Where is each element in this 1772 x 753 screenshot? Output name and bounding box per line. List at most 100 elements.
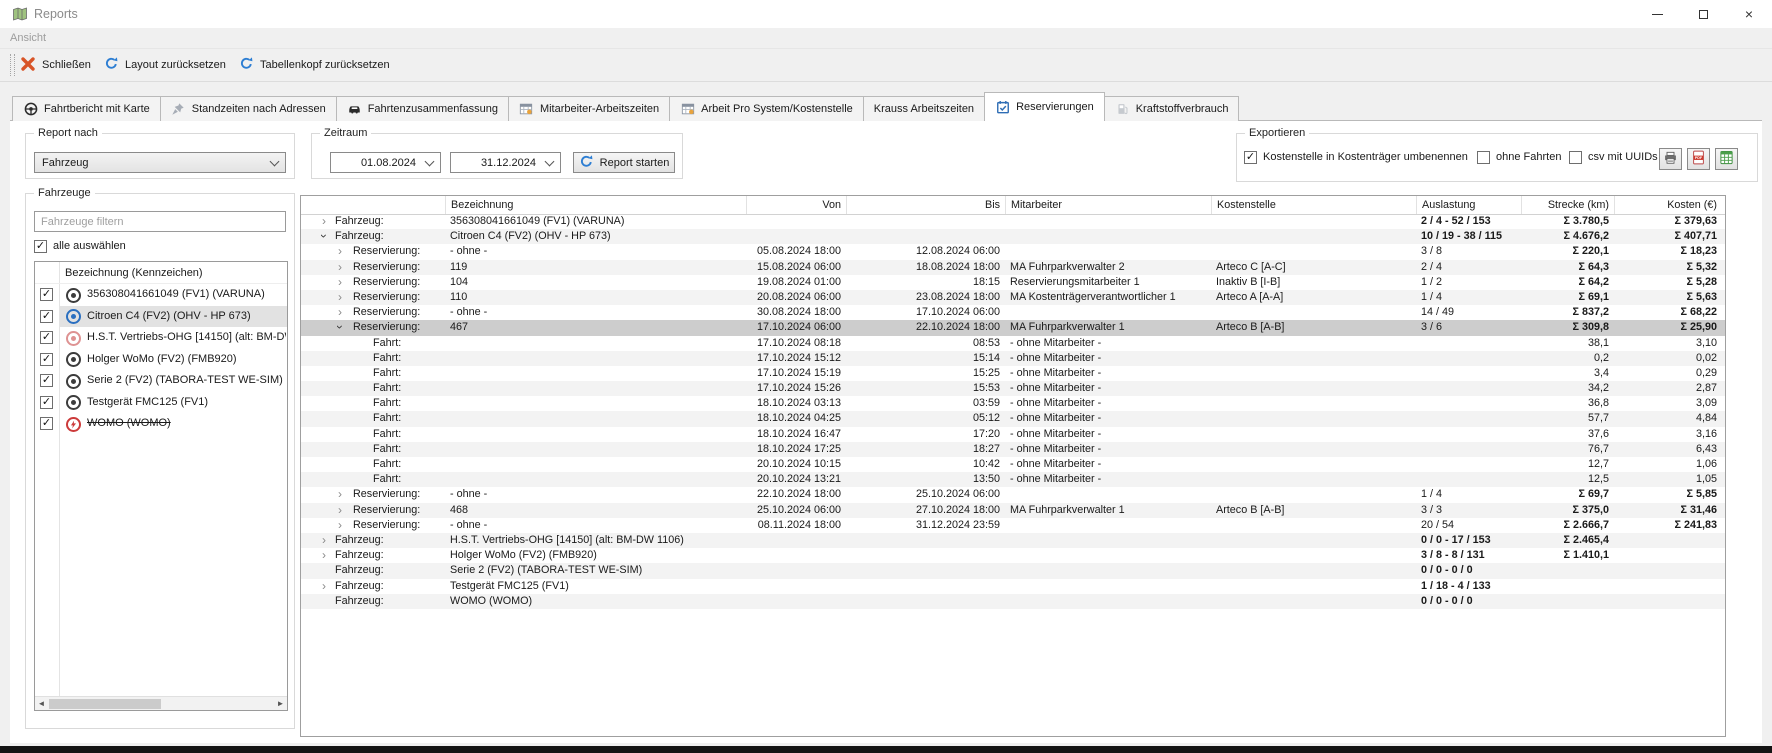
table-row[interactable]: Fahrt:20.10.2024 10:1510:42- ohne Mitarb… [301, 457, 1725, 472]
table-row[interactable]: Fahrzeug:Serie 2 (FV2) (TABORA-TEST WE-S… [301, 563, 1725, 578]
table-row[interactable]: ›Fahrzeug:H.S.T. Vertriebs-OHG [14150] (… [301, 533, 1725, 548]
column-header-strecke-km[interactable]: Strecke (km) [1521, 196, 1614, 214]
table-row[interactable]: ›Reservierung:11020.08.2024 06:0023.08.2… [301, 290, 1725, 305]
reset-layout-button[interactable]: Layout zurücksetzen [100, 49, 230, 81]
column-header-kosten[interactable]: Kosten (€) [1614, 196, 1722, 214]
tab-fahrtenzusammenfassung[interactable]: Fahrtenzusammenfassung [336, 96, 509, 121]
minimize-button[interactable] [1634, 0, 1680, 28]
printer-export-button[interactable] [1659, 148, 1682, 170]
checkbox-icon[interactable] [1569, 151, 1582, 164]
checkbox-icon[interactable] [1477, 151, 1490, 164]
vehicle-list-item[interactable]: ✓356308041661049 (FV1) (VARUNA) [35, 284, 287, 306]
close-button[interactable]: × [1726, 0, 1772, 28]
date-from-field[interactable]: 01.08.2024 [330, 152, 441, 173]
tab-krauss-arbeitszeiten[interactable]: Krauss Arbeitszeiten [863, 96, 985, 121]
svg-text:PDF: PDF [1695, 156, 1703, 160]
checkbox-icon[interactable]: ✓ [1244, 151, 1257, 164]
vehicle-list-item[interactable]: ✓H.S.T. Vertriebs-OHG [14150] (alt: BM-D… [35, 327, 287, 349]
table-row[interactable]: Fahrt:17.10.2024 08:1808:53- ohne Mitarb… [301, 336, 1725, 351]
column-header-von[interactable]: Von [746, 196, 846, 214]
column-header-bis[interactable]: Bis [846, 196, 1005, 214]
vehicle-list-header[interactable]: Bezeichnung (Kennzeichen) [35, 262, 287, 284]
table-row[interactable]: Fahrt:18.10.2024 04:2505:12- ohne Mitarb… [301, 411, 1725, 426]
table-row[interactable]: ›Fahrzeug:Holger WoMo (FV2) (FMB920)3 / … [301, 548, 1725, 563]
expand-icon[interactable]: › [319, 214, 329, 228]
checkbox-icon[interactable]: ✓ [40, 310, 53, 323]
column-header-kostenstelle[interactable]: Kostenstelle [1211, 196, 1416, 214]
checkbox-icon[interactable]: ✓ [40, 331, 53, 344]
date-to-field[interactable]: 31.12.2024 [450, 152, 561, 173]
menu-ansicht[interactable]: Ansicht [10, 32, 46, 44]
table-row[interactable]: ›Reservierung:46825.10.2024 06:0027.10.2… [301, 503, 1725, 518]
report-nach-select[interactable]: Fahrzeug [34, 152, 286, 173]
table-row[interactable]: ›Fahrzeug:356308041661049 (FV1) (VARUNA)… [301, 214, 1725, 229]
table-row[interactable]: Fahrzeug:WOMO (WOMO)0 / 0 - 0 / 0 [301, 594, 1725, 609]
expand-icon[interactable]: › [335, 244, 345, 258]
table-row[interactable]: ›Reservierung:46717.10.2024 06:0022.10.2… [301, 320, 1725, 335]
checkbox-icon[interactable]: ✓ [40, 374, 53, 387]
export-checkbox-ohne-fahrten[interactable]: ohne Fahrten [1477, 149, 1561, 165]
checkbox-icon[interactable]: ✓ [40, 288, 53, 301]
maximize-button[interactable] [1680, 0, 1726, 28]
expand-icon[interactable]: › [335, 487, 345, 501]
close-report-button[interactable]: Schließen [16, 49, 95, 81]
table-row[interactable]: ›Fahrzeug:Citroen C4 (FV2) (OHV - HP 673… [301, 229, 1725, 244]
select-all-checkbox[interactable]: ✓ alle auswählen [34, 238, 126, 254]
checkbox-icon[interactable]: ✓ [40, 353, 53, 366]
expand-icon[interactable]: › [319, 548, 329, 562]
expand-icon[interactable]: › [319, 533, 329, 547]
column-header-tree[interactable] [301, 196, 445, 214]
table-row[interactable]: ›Fahrzeug:Testgerät FMC125 (FV1)1 / 18 -… [301, 579, 1725, 594]
column-header-auslastung[interactable]: Auslastung [1416, 196, 1521, 214]
table-row[interactable]: Fahrt:18.10.2024 03:1303:59- ohne Mitarb… [301, 396, 1725, 411]
vehicle-list-item[interactable]: ✓WOMO (WOMO) [35, 413, 287, 435]
tab-arbeit-pro-system-kostenstelle[interactable]: Arbeit Pro System/Kostenstelle [669, 96, 864, 121]
report-starten-button[interactable]: Report starten [573, 152, 675, 173]
tab-reservierungen[interactable]: Reservierungen [984, 92, 1105, 121]
table-row[interactable]: Fahrt:18.10.2024 17:2518:27- ohne Mitarb… [301, 442, 1725, 457]
expand-icon[interactable]: › [335, 260, 345, 274]
column-header-bezeichnung[interactable]: Bezeichnung [445, 196, 746, 214]
table-row[interactable]: ›Reservierung:- ohne -30.08.2024 18:0017… [301, 305, 1725, 320]
table-row[interactable]: Fahrt:17.10.2024 15:1215:14- ohne Mitarb… [301, 351, 1725, 366]
checkbox-icon[interactable]: ✓ [40, 417, 53, 430]
expand-icon[interactable]: › [335, 503, 345, 517]
column-header-mitarbeiter[interactable]: Mitarbeiter [1005, 196, 1211, 214]
collapse-icon[interactable]: › [333, 322, 347, 332]
vehicle-filter-input[interactable] [34, 211, 286, 232]
table-row[interactable]: Fahrt:18.10.2024 16:4717:20- ohne Mitarb… [301, 427, 1725, 442]
checkbox-icon[interactable]: ✓ [34, 240, 47, 253]
reset-table-header-button[interactable]: Tabellenkopf zurücksetzen [235, 49, 394, 81]
scrollbar-thumb[interactable] [49, 699, 161, 709]
table-row[interactable]: ›Reservierung:- ohne -22.10.2024 18:0025… [301, 487, 1725, 502]
tab-standzeiten-nach-adressen[interactable]: Standzeiten nach Adressen [160, 96, 337, 121]
pdf-export-button[interactable]: PDF [1687, 148, 1710, 170]
table-row[interactable]: ›Reservierung:10419.08.2024 01:0018:15Re… [301, 275, 1725, 290]
vehicle-list-item[interactable]: ✓Serie 2 (FV2) (TABORA-TEST WE-SIM) [35, 370, 287, 392]
expand-icon[interactable]: › [335, 518, 345, 532]
table-row[interactable]: Fahrt:17.10.2024 15:1915:25- ohne Mitarb… [301, 366, 1725, 381]
expand-icon[interactable]: › [319, 579, 329, 593]
toolbar-grip[interactable] [10, 54, 15, 76]
table-row[interactable]: Fahrt:17.10.2024 15:2615:53- ohne Mitarb… [301, 381, 1725, 396]
scroll-right-arrow-icon[interactable]: ► [274, 697, 287, 710]
checkbox-icon[interactable]: ✓ [40, 396, 53, 409]
vehicle-list-item[interactable]: ✓Testgerät FMC125 (FV1) [35, 392, 287, 414]
export-checkbox-csv-mit-uuids[interactable]: csv mit UUIDs [1569, 149, 1658, 165]
collapse-icon[interactable]: › [317, 231, 331, 241]
export-checkbox-kostenstelle-in-kostenträger-umbenennen[interactable]: ✓Kostenstelle in Kostenträger umbenennen [1244, 149, 1468, 165]
table-row[interactable]: ›Reservierung:- ohne -08.11.2024 18:0031… [301, 518, 1725, 533]
expand-icon[interactable]: › [335, 290, 345, 304]
scroll-left-arrow-icon[interactable]: ◄ [35, 697, 48, 710]
tab-kraftstoffverbrauch[interactable]: Kraftstoffverbrauch [1104, 96, 1240, 121]
expand-icon[interactable]: › [335, 305, 345, 319]
vehicle-list-item[interactable]: ✓Citroen C4 (FV2) (OHV - HP 673) [35, 306, 287, 328]
csv-export-button[interactable] [1715, 148, 1738, 170]
table-row[interactable]: Fahrt:20.10.2024 13:2113:50- ohne Mitarb… [301, 472, 1725, 487]
tab-fahrtbericht-mit-karte[interactable]: Fahrtbericht mit Karte [12, 96, 161, 121]
table-row[interactable]: ›Reservierung:- ohne -05.08.2024 18:0012… [301, 244, 1725, 259]
expand-icon[interactable]: › [335, 275, 345, 289]
vehicle-list-item[interactable]: ✓Holger WoMo (FV2) (FMB920) [35, 349, 287, 371]
tab-mitarbeiter-arbeitszeiten[interactable]: Mitarbeiter-Arbeitszeiten [508, 96, 670, 121]
table-row[interactable]: ›Reservierung:11915.08.2024 06:0018.08.2… [301, 260, 1725, 275]
